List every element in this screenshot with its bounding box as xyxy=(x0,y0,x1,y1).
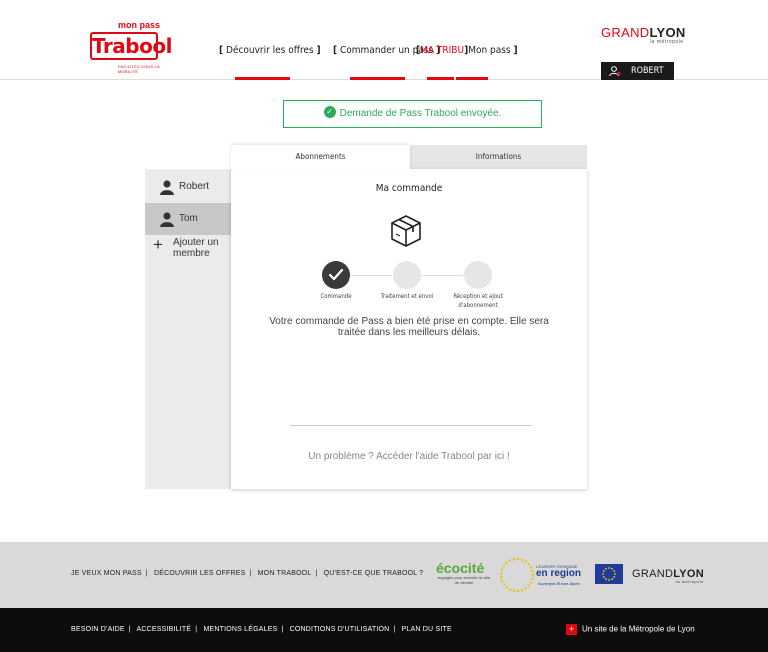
member-name: Robert xyxy=(179,181,210,192)
user-icon xyxy=(609,66,621,76)
member-name: Tom xyxy=(179,213,198,224)
grandlyon-logo[interactable]: GRANDLYON la métropole xyxy=(601,25,686,45)
step-label-order: Commande xyxy=(320,293,352,300)
footer-secondary-links: BESOIN D'AIDE | ACCESSIBILITÉ | MENTIONS L… xyxy=(71,626,452,633)
package-box-icon xyxy=(391,215,421,247)
logo-wordmark: Trabool xyxy=(90,32,172,60)
nav-my-pass-label: Mon pass xyxy=(468,45,511,56)
nav-underline-order xyxy=(350,77,405,80)
step-label-processing: Traitement et envoi xyxy=(380,293,434,300)
site-header: mon pass Trabool FACILITEZ-VOUS LA MOBIL… xyxy=(0,0,768,80)
footer-link-legal[interactable]: MENTIONS LÉGALES xyxy=(203,626,277,633)
region-line2: en region xyxy=(536,568,582,579)
success-banner-text: Demande de Pass Trabool envoyée. xyxy=(339,108,502,119)
cross-icon: + xyxy=(566,624,577,635)
tab-informations[interactable]: Informations xyxy=(410,145,587,169)
grandlyon-footer-logo[interactable]: GRANDLYON la métropole xyxy=(632,568,704,584)
region-line3: Auvergne-Rhône-Alpes xyxy=(538,581,580,586)
tab-abonnements[interactable]: Abonnements xyxy=(231,145,410,171)
nav-my-tribe-label: MA TRIBU xyxy=(420,45,465,56)
grandlyon-sub: la métropole xyxy=(650,39,684,45)
step-label-reception: Réception et ajout d'abonnement xyxy=(453,293,503,309)
ecocite-sub: engagée pour inventer la ville de demain xyxy=(437,575,491,585)
grandlyon-footer-grand: GRAND xyxy=(632,568,674,580)
card-title: Ma commande xyxy=(375,183,443,194)
step-reception xyxy=(464,261,492,289)
grandlyon-grand: GRAND xyxy=(601,25,650,40)
footer-link-terms[interactable]: CONDITIONS D'UTILISATION xyxy=(290,626,390,633)
trabool-logo[interactable]: mon pass Trabool FACILITEZ-VOUS LA MOBIL… xyxy=(90,20,172,74)
nav-my-pass[interactable]: [MA TRIBU]Mon pass ] xyxy=(416,45,518,56)
nav-discover-offers-label: Découvrir les offres xyxy=(225,45,314,56)
nav-underline-tribe xyxy=(427,77,454,80)
footer-link-want-pass[interactable]: JE VEUX MON PASS xyxy=(71,570,142,577)
member-item-tom[interactable]: Tom xyxy=(145,203,231,235)
nav-underline-discover xyxy=(235,77,290,80)
nav-discover-offers[interactable]: [ Découvrir les offres ] xyxy=(219,45,321,56)
success-banner: ✓ Demande de Pass Trabool envoyée. xyxy=(283,100,542,128)
footer-link-my-trabool[interactable]: MON TRABOOL xyxy=(258,570,312,577)
help-link[interactable]: Un problème ? Accéder l'aide Trabool par… xyxy=(231,451,587,462)
page: mon pass Trabool FACILITEZ-VOUS LA MOBIL… xyxy=(0,0,768,652)
footer-primary: JE VEUX MON PASS | DÉCOUVRIR LES OFFRES | … xyxy=(0,542,768,608)
step-order-done xyxy=(322,261,350,289)
logo-tagline: FACILITEZ-VOUS LA MOBILITÉ xyxy=(118,64,160,74)
region-europe-logo[interactable]: L'EUROPE S'ENGAGE en region Auvergne-Rhô… xyxy=(500,558,586,592)
ecocite-title: écocité xyxy=(436,560,485,576)
check-circle-icon: ✓ xyxy=(323,106,336,119)
footer-link-accessibility[interactable]: ACCESSIBILITÉ xyxy=(137,626,192,633)
footer-link-what-is[interactable]: QU'EST-CE QUE TRABOOL ? xyxy=(324,570,424,577)
grandlyon-footer-sub: la métropole xyxy=(675,579,704,584)
checkmark-icon xyxy=(328,268,344,281)
order-card: Ma commande Commande Traitement et envoi… xyxy=(231,169,587,489)
stars-circle-icon xyxy=(500,558,534,592)
divider xyxy=(290,425,532,426)
grandlyon-lyon: LYON xyxy=(649,25,686,40)
footer-link-discover[interactable]: DÉCOUVRIR LES OFFRES xyxy=(154,570,246,577)
metropole-link[interactable]: + Un site de la Métropole de Lyon xyxy=(566,624,695,635)
person-icon xyxy=(160,180,174,195)
add-member-button[interactable]: + Ajouter un membre xyxy=(153,235,231,267)
order-confirmation-message: Votre commande de Pass a bien été prise … xyxy=(269,316,549,338)
add-member-label: Ajouter un membre xyxy=(173,237,219,259)
member-sidebar: Robert Tom + Ajouter un membre xyxy=(145,169,231,489)
user-account-button[interactable]: ROBERT xyxy=(601,62,674,80)
person-icon xyxy=(160,212,174,227)
user-name: ROBERT xyxy=(631,66,664,76)
footer-primary-links: JE VEUX MON PASS | DÉCOUVRIR LES OFFRES | … xyxy=(71,570,424,577)
footer-secondary: BESOIN D'AIDE | ACCESSIBILITÉ | MENTIONS L… xyxy=(0,608,768,652)
logo-mon-pass: mon pass xyxy=(117,20,160,30)
member-item-robert[interactable]: Robert xyxy=(145,171,231,203)
ecocite-logo[interactable]: écocité engagée pour inventer la ville d… xyxy=(436,561,492,589)
footer-link-sitemap[interactable]: PLAN DU SITE xyxy=(402,626,452,633)
footer-link-help[interactable]: BESOIN D'AIDE xyxy=(71,626,125,633)
nav-underline-mypass xyxy=(456,77,488,80)
step-processing xyxy=(393,261,421,289)
plus-icon: + xyxy=(153,235,163,254)
eu-flag-icon[interactable] xyxy=(595,564,623,584)
metropole-text: Un site de la Métropole de Lyon xyxy=(582,624,695,634)
